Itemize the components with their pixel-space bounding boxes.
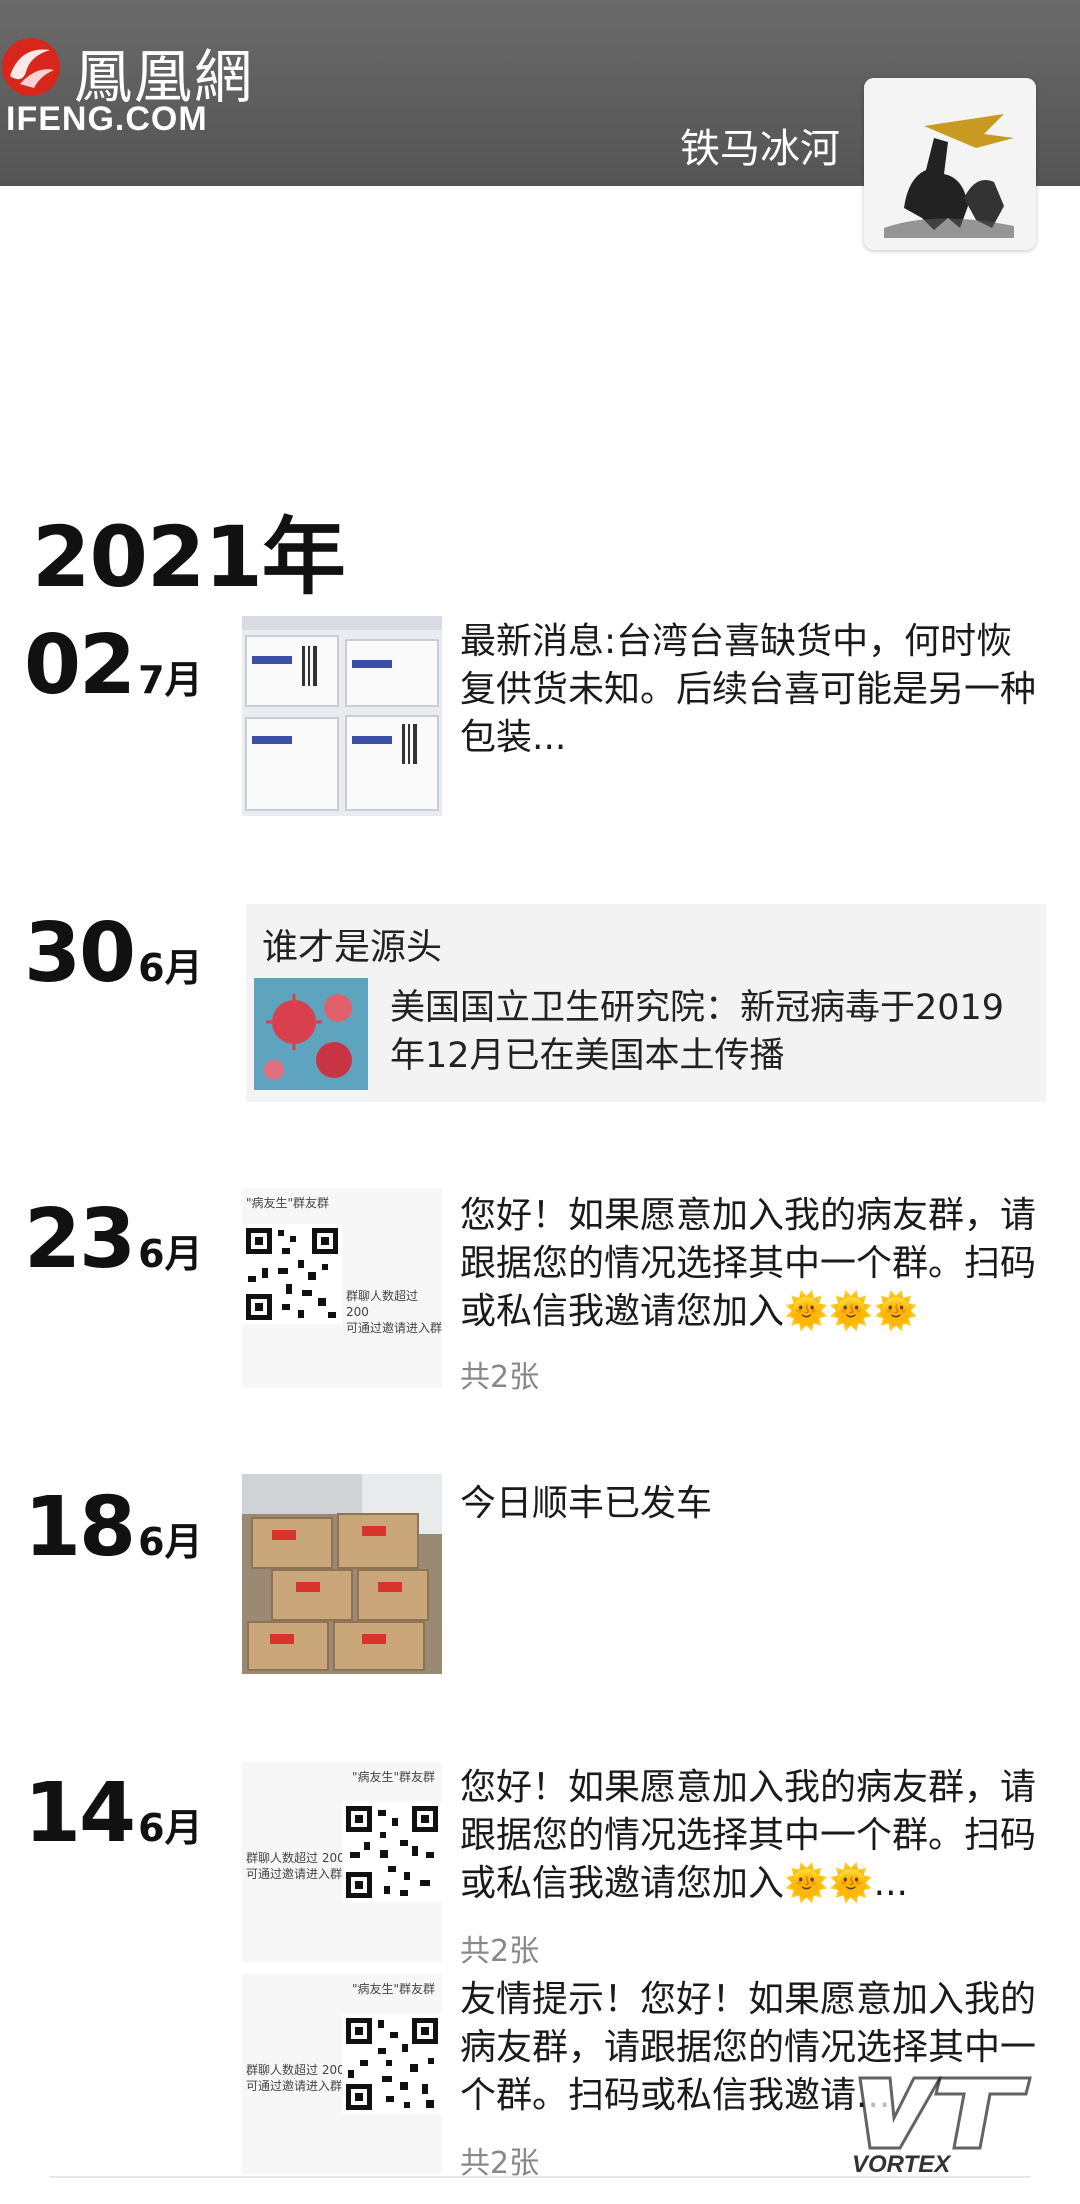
entry-month: 6月	[138, 1232, 203, 1276]
qr-caption-bottom: 可通过邀请进入群	[246, 2079, 343, 2093]
qr-caption-mid: 群聊人数超过 200	[246, 1851, 345, 1865]
post-photo-thumbnail[interactable]	[242, 616, 442, 816]
qr-code-thumbnail[interactable]: "病友生"群友群 群聊人数超过 200 可通过邀请进入群	[242, 1974, 442, 2174]
year-heading: 2021年	[32, 508, 346, 606]
warrior-horse-avatar-image	[864, 78, 1036, 250]
shared-article-card[interactable]: 谁才是源头 美国国立卫生研究院：新冠病毒于2019年12月已在美国本土传播	[246, 904, 1046, 1102]
shared-article-title: 美国国立卫生研究院：新冠病毒于2019年12月已在美国本土传播	[390, 988, 1005, 1076]
article-thumbnail	[254, 978, 368, 1090]
entry-date: 18 6月	[24, 1480, 203, 1575]
profile-avatar[interactable]	[864, 78, 1036, 250]
qr-caption-top: "病友生"群友群	[352, 1770, 436, 1784]
entry-month: 6月	[138, 1806, 203, 1850]
qr-caption-bottom: 可通过邀请进入群	[346, 1321, 442, 1335]
entry-day: 30	[24, 906, 136, 1001]
qr-caption-mid: 群聊人数超过 200	[346, 1289, 419, 1319]
image-count: 共2张	[460, 1360, 540, 1395]
share-comment: 谁才是源头	[262, 927, 443, 968]
post-text[interactable]: 今日顺丰已发车	[460, 1480, 1040, 1528]
entry-date: 23 6月	[24, 1192, 203, 1287]
post-text[interactable]: 最新消息:台湾台喜缺货中，何时恢复供货未知。后续台喜可能是另一种包装...	[460, 618, 1040, 762]
post-text[interactable]: 您好！如果愿意加入我的病友群，请跟据您的情况选择其中一个群。扫码或私信我邀请您加…	[460, 1764, 1040, 1908]
qr-code-thumbnail[interactable]: "病友生"群友群 群聊人数超过 200 可通过邀请进入群	[242, 1762, 442, 1962]
qr-code-image	[342, 1802, 442, 1902]
watermark-text: VORTEX	[852, 2151, 952, 2178]
qr-code-image	[342, 2014, 442, 2114]
list-bottom-divider	[50, 2176, 1030, 2178]
phoenix-logo-icon	[2, 38, 60, 96]
entry-month: 6月	[138, 1520, 203, 1564]
qr-caption-top: "病友生"群友群	[352, 1982, 436, 1996]
profile-username[interactable]: 铁马冰河	[680, 116, 840, 174]
post-text[interactable]: 您好！如果愿意加入我的病友群，请跟据您的情况选择其中一个群。扫码或私信我邀请您加…	[460, 1192, 1040, 1336]
virus-image	[254, 978, 368, 1090]
medicine-boxes-image	[242, 616, 442, 816]
qr-code-thumbnail[interactable]: "病友生"群友群 群聊人数超过 200 可通过邀请进入群	[242, 1188, 442, 1388]
entry-date: 30 6月	[24, 906, 203, 1001]
logo-english-text: IFENG.COM	[6, 100, 208, 138]
entry-day: 02	[24, 618, 136, 713]
entry-day: 14	[24, 1766, 136, 1861]
qr-code-image	[242, 1224, 342, 1324]
image-count: 共2张	[460, 1934, 540, 1969]
ifeng-logo[interactable]: 鳳凰網 IFENG.COM	[0, 30, 290, 140]
qr-caption-top: "病友生"群友群	[246, 1196, 330, 1210]
entry-month: 6月	[138, 946, 203, 990]
entry-day: 23	[24, 1192, 136, 1287]
entry-date: 02 7月	[24, 618, 203, 713]
shipping-boxes-image	[242, 1474, 442, 1674]
qr-caption-mid: 群聊人数超过 200	[246, 2063, 345, 2077]
post-photo-thumbnail[interactable]	[242, 1474, 442, 1674]
entry-date: 14 6月	[24, 1766, 203, 1861]
entry-month: 7月	[138, 658, 203, 702]
entry-day: 18	[24, 1480, 136, 1575]
qr-caption-bottom: 可通过邀请进入群	[246, 1867, 343, 1881]
vortex-watermark: VORTEX	[852, 2076, 1032, 2178]
